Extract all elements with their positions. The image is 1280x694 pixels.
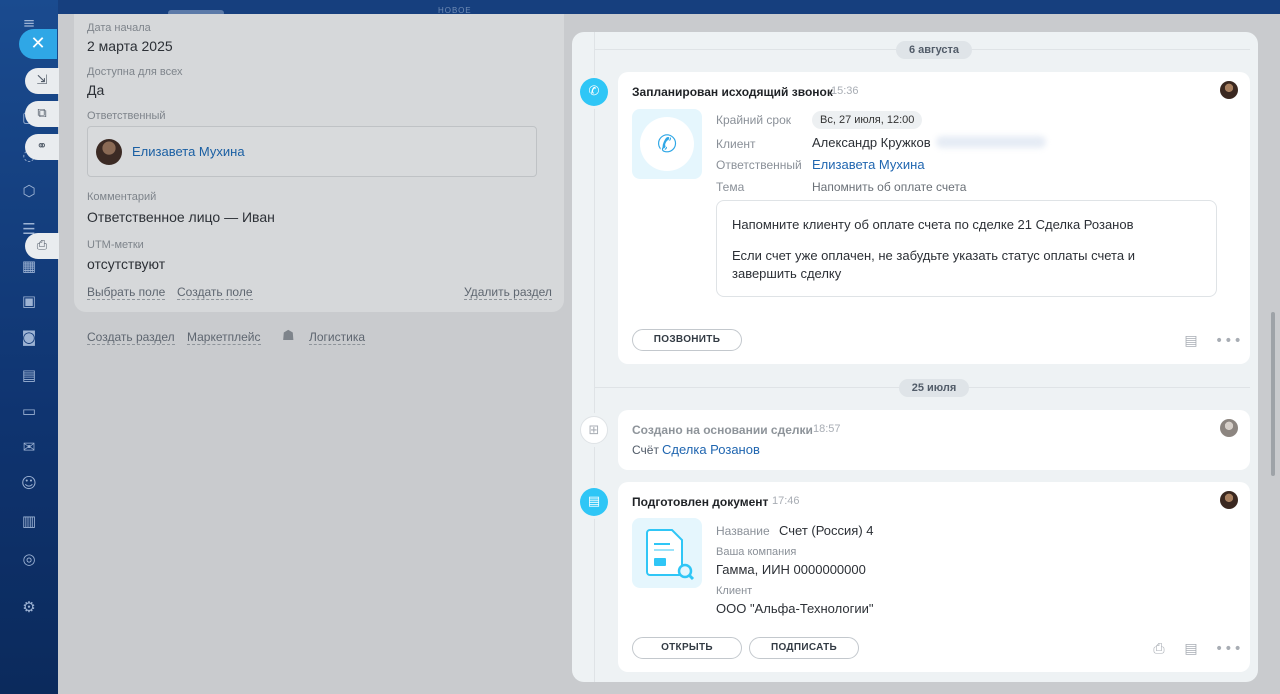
phone-icon: ✆: [580, 78, 608, 106]
client-value[interactable]: Александр Кружков: [812, 135, 931, 150]
tasks-icon[interactable]: ▦: [20, 257, 38, 275]
call-activity-card: Запланирован исходящий звонок 15:36 ✆ Кр…: [618, 72, 1250, 364]
avatar: [96, 139, 122, 165]
avatar[interactable]: [1220, 81, 1238, 99]
card-title: Создано на основании сделки: [632, 423, 813, 437]
call-button[interactable]: ПОЗВОНИТЬ: [632, 329, 742, 351]
link-icon: ⚭: [36, 139, 48, 154]
select-field-link[interactable]: Выбрать поле: [87, 285, 166, 300]
collapse-arrow-icon: ⇲: [36, 73, 48, 88]
hexagon-icon[interactable]: ⬡: [20, 182, 38, 200]
top-strip: НОВОЕ: [58, 0, 1280, 16]
marketplace-link[interactable]: Маркетплейс: [187, 330, 261, 345]
messages-icon[interactable]: ▥: [20, 512, 38, 530]
start-date-value[interactable]: 2 марта 2025: [87, 38, 173, 54]
doc-name-label: Название: [716, 524, 770, 538]
client-label: Клиент: [716, 585, 753, 597]
client-label: Клиент: [716, 137, 756, 151]
close-slider-button[interactable]: ✕: [19, 29, 57, 59]
create-from-icon: ⊞: [580, 416, 608, 444]
open-button[interactable]: ОТКРЫТЬ: [632, 637, 742, 659]
printer-icon[interactable]: ⎙: [1151, 641, 1167, 657]
comment-value[interactable]: Ответственное лицо — Иван: [87, 209, 275, 225]
copy-link-button[interactable]: ⚭: [25, 134, 59, 160]
responsible-name-link[interactable]: Елизавета Мухина: [132, 144, 245, 159]
document-card: Подготовлен документ 17:46 Название Счет…: [618, 482, 1250, 672]
available-value[interactable]: Да: [87, 82, 104, 98]
robot-icon[interactable]: ◙: [20, 328, 38, 346]
printer-icon: ⎙: [36, 238, 48, 253]
comment-label: Комментарий: [87, 191, 157, 203]
company-label: Ваша компания: [716, 546, 797, 558]
topic-label: Тема: [716, 180, 745, 194]
utm-label: UTM-метки: [87, 239, 144, 251]
invoice-prefix: Счёт: [632, 443, 659, 457]
close-icon: ✕: [30, 33, 46, 54]
outgoing-call-icon: ✆: [640, 117, 694, 171]
card-title: Подготовлен документ: [632, 495, 769, 509]
document-preview[interactable]: [632, 518, 702, 588]
scrollbar[interactable]: [1271, 312, 1275, 476]
topic-value: Напомнить об оплате счета: [812, 180, 967, 194]
call-tile: ✆: [632, 109, 702, 179]
note-line-2: Если счет уже оплачен, не забудьте указа…: [732, 248, 1135, 281]
delete-section-link[interactable]: Удалить раздел: [464, 285, 552, 300]
card-title: Запланирован исходящий звонок: [632, 85, 833, 99]
call-note[interactable]: Напомните клиенту об оплате счета по сде…: [716, 200, 1217, 297]
responsible-link[interactable]: Елизавета Мухина: [812, 157, 925, 172]
user-icon: ☗: [282, 328, 295, 344]
card-time: 17:46: [772, 495, 800, 507]
utm-value[interactable]: отсутствуют: [87, 256, 165, 272]
document-icon: ▤: [580, 488, 608, 516]
create-section-link[interactable]: Создать раздел: [87, 330, 175, 345]
card-time: 15:36: [831, 85, 859, 97]
avatar[interactable]: [1220, 419, 1238, 437]
settings-icon[interactable]: ⚙: [20, 598, 38, 616]
drive-icon[interactable]: ▭: [20, 402, 38, 420]
sites-icon[interactable]: ◎: [20, 550, 38, 568]
doc-name-value[interactable]: Счет (Россия) 4: [779, 523, 874, 538]
create-field-link[interactable]: Создать поле: [177, 285, 253, 300]
client-value: ООО "Альфа-Технологии": [716, 601, 874, 616]
available-label: Доступна для всех: [87, 66, 183, 78]
company-value: Гамма, ИИН 0000000000: [716, 562, 866, 577]
avatar[interactable]: [1220, 491, 1238, 509]
more-icon[interactable]: •••: [1215, 641, 1242, 657]
calendar-icon[interactable]: ▣: [20, 292, 38, 310]
timeline-line: [594, 32, 595, 682]
minimize-button[interactable]: ⇲: [25, 68, 59, 94]
mail-icon[interactable]: ✉: [20, 438, 38, 456]
open-new-window-button[interactable]: ⧉: [25, 101, 59, 127]
external-link-icon: ⧉: [37, 106, 47, 121]
blurred-phone: [936, 136, 1046, 148]
document-search-icon: [646, 529, 695, 581]
contacts-icon[interactable]: ☺: [20, 474, 38, 492]
note-line-1: Напомните клиенту об оплате счета по сде…: [732, 217, 1134, 232]
note-icon[interactable]: ▤: [1183, 333, 1199, 349]
document-icon[interactable]: ▤: [20, 366, 38, 384]
date-separator: 25 июля: [899, 379, 969, 397]
sign-button[interactable]: ПОДПИСАТЬ: [749, 637, 859, 659]
card-time: 18:57: [813, 423, 841, 435]
more-icon[interactable]: •••: [1215, 333, 1242, 349]
deadline-label: Крайний срок: [716, 113, 792, 127]
details-panel: Дата начала 2 марта 2025 Доступна для вс…: [58, 14, 572, 694]
start-date-label: Дата начала: [87, 22, 151, 34]
print-button[interactable]: ⎙: [25, 233, 59, 259]
timeline-panel: 6 августа ✆ Запланирован исходящий звоно…: [572, 32, 1258, 682]
created-from-card: Создано на основании сделки 18:57 Счёт С…: [618, 410, 1250, 470]
responsible-label: Ответственный: [87, 110, 166, 122]
date-separator: 6 августа: [896, 41, 972, 59]
responsible-field[interactable]: Елизавета Мухина: [87, 126, 537, 177]
deal-link[interactable]: Сделка Розанов: [662, 442, 760, 457]
note-icon[interactable]: ▤: [1183, 641, 1199, 657]
logistics-link[interactable]: Логистика: [309, 330, 366, 345]
deadline-badge[interactable]: Вс, 27 июля, 12:00: [812, 111, 923, 129]
details-card: Дата начала 2 марта 2025 Доступна для вс…: [74, 14, 564, 312]
responsible-label: Ответственный: [716, 158, 802, 172]
